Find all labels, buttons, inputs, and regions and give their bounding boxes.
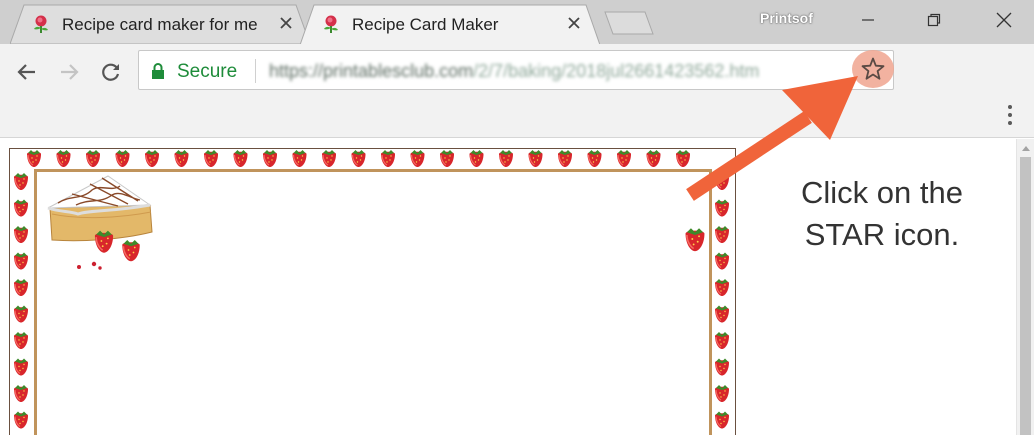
reload-icon xyxy=(102,63,120,81)
forward-button[interactable] xyxy=(54,57,84,87)
url-host: https://printablesclub.com xyxy=(269,61,474,81)
menu-dot xyxy=(1008,113,1012,117)
scroll-thumb[interactable] xyxy=(1020,157,1031,435)
scroll-up-arrow-icon xyxy=(1022,145,1030,151)
back-button[interactable] xyxy=(12,57,42,87)
menu-dot xyxy=(1008,121,1012,125)
tab-title: Recipe card maker for me xyxy=(62,15,258,34)
rose-favicon-icon xyxy=(34,15,48,33)
menu-dot xyxy=(1008,105,1012,109)
close-tab-icon[interactable] xyxy=(566,15,582,31)
close-tab-icon[interactable] xyxy=(278,15,294,31)
lock-icon xyxy=(152,63,164,79)
rose-favicon-icon xyxy=(324,15,338,33)
minimize-button[interactable] xyxy=(838,0,898,40)
minimize-icon xyxy=(862,19,874,21)
tab-title: Recipe Card Maker xyxy=(352,15,499,34)
profile-name[interactable]: Printsof xyxy=(760,10,813,26)
recipe-card xyxy=(9,148,736,435)
vertical-scrollbar[interactable] xyxy=(1016,139,1034,435)
address-separator xyxy=(255,59,256,83)
tab-strip: Recipe card maker for me Recipe Card Mak… xyxy=(0,0,1034,44)
callout-line-1: Click on the xyxy=(801,175,963,210)
bookmark-star-icon[interactable] xyxy=(860,56,886,82)
callout-line-2: STAR icon. xyxy=(804,217,960,252)
close-icon xyxy=(996,12,1012,28)
restore-icon xyxy=(927,13,941,27)
secure-label: Secure xyxy=(177,61,238,82)
tab-recipe-card-maker[interactable]: Recipe Card Maker xyxy=(300,4,600,44)
scroll-up-button[interactable] xyxy=(1017,139,1034,156)
url-text[interactable]: https://printablesclub.com/2/7/baking/20… xyxy=(269,61,759,82)
url-path: /2/7/baking/2018jul2661423562.htm xyxy=(473,61,760,81)
address-bar[interactable]: Secure https://printablesclub.com/2/7/ba… xyxy=(138,50,894,90)
menu-button[interactable] xyxy=(1000,102,1020,128)
restore-button[interactable] xyxy=(904,0,964,40)
forward-arrow-icon xyxy=(61,64,79,80)
new-tab-button[interactable] xyxy=(603,10,655,36)
back-arrow-icon xyxy=(17,64,35,80)
tab-recipe-card-maker-for-me[interactable]: Recipe card maker for me xyxy=(10,4,310,44)
instruction-callout: Click on the STAR icon. xyxy=(770,172,994,256)
browser-window: Recipe card maker for me Recipe Card Mak… xyxy=(0,0,1034,435)
reload-button[interactable] xyxy=(96,57,126,87)
close-window-button[interactable] xyxy=(974,0,1034,40)
recipe-card-inner-border[interactable] xyxy=(34,169,712,435)
